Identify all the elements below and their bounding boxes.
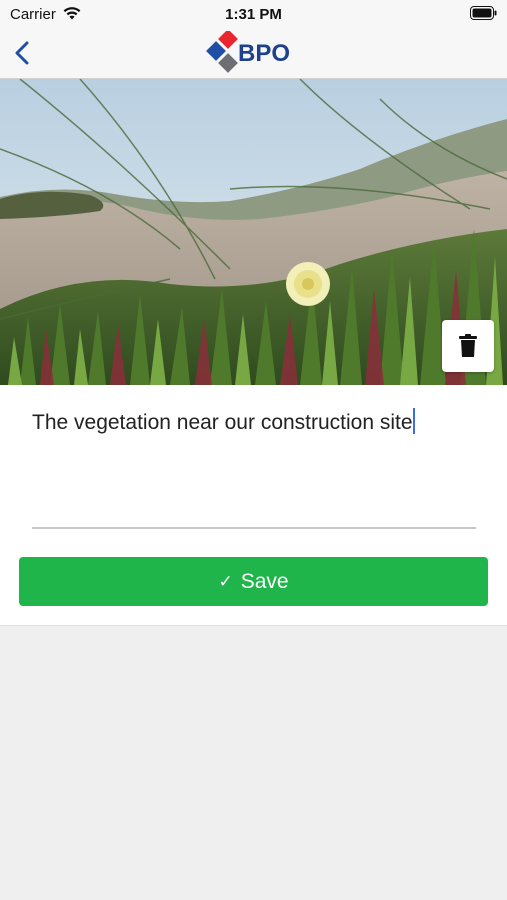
vegetation-photo-image [0, 79, 507, 385]
save-button-label: Save [240, 570, 289, 593]
empty-background-area [0, 626, 507, 900]
delete-photo-button[interactable] [442, 320, 494, 372]
clock: 1:31 PM [225, 6, 282, 23]
text-cursor [412, 408, 415, 434]
trash-icon [459, 334, 477, 357]
description-text-field[interactable]: The vegetation near our construction sit… [32, 405, 476, 529]
status-bar: Carrier 1:31 PM [0, 0, 507, 28]
attached-photo [0, 79, 507, 385]
save-button[interactable]: ✓ Save [19, 557, 488, 606]
bpo-logo: BPO [205, 31, 305, 75]
logo-text: BPO [238, 40, 291, 67]
back-button[interactable] [10, 38, 38, 68]
description-card: The vegetation near our construction sit… [0, 385, 507, 626]
chevron-left-icon [15, 41, 29, 65]
battery-icon [470, 6, 497, 20]
navigation-bar: BPO [0, 28, 507, 79]
description-value: The vegetation near our construction sit… [32, 411, 413, 434]
checkmark-icon: ✓ [218, 572, 233, 591]
